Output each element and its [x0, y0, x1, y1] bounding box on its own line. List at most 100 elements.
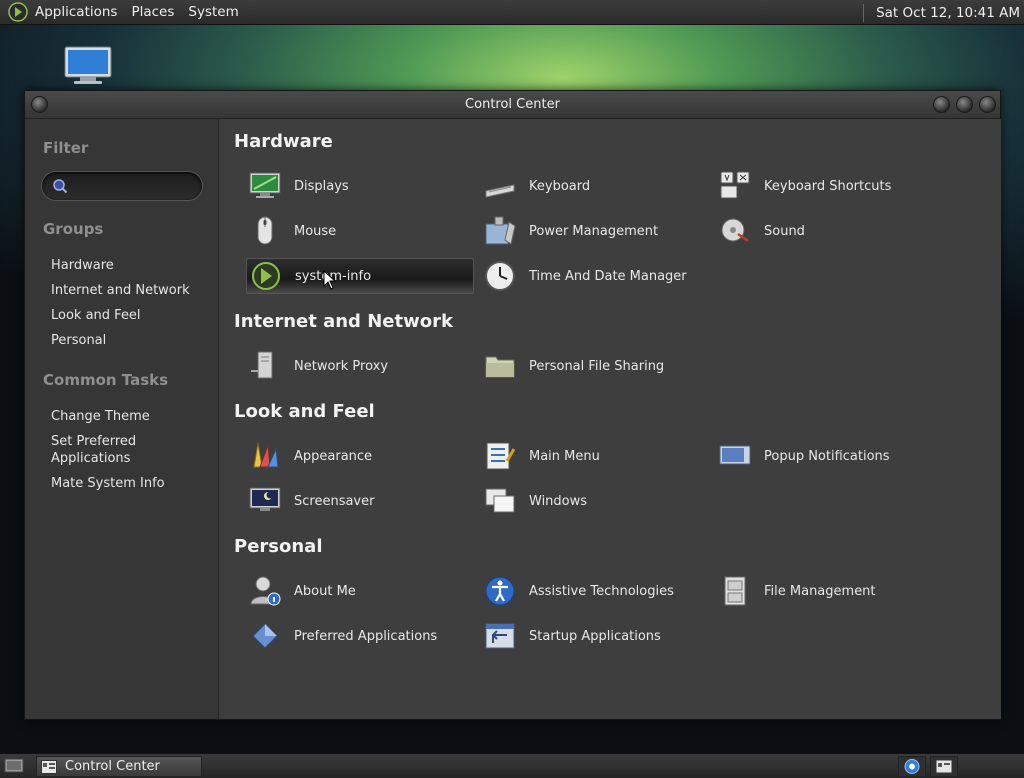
item-label: Windows	[529, 493, 588, 509]
search-input[interactable]	[41, 171, 203, 201]
sound-icon	[721, 218, 749, 243]
item-label: Assistive Technologies	[529, 583, 674, 599]
group-personal[interactable]: Personal	[51, 332, 106, 349]
item-label: File Management	[764, 583, 876, 599]
task-mate-system-info[interactable]: Mate System Info	[51, 475, 165, 492]
section-title-internet-and-network: Internet and Network	[234, 311, 453, 332]
group-hardware[interactable]: Hardware	[51, 257, 114, 274]
item-power-management[interactable]: Power Management	[481, 213, 709, 249]
window-menu-button[interactable]	[31, 96, 48, 113]
item-keyboard-shortcuts[interactable]: Keyboard Shortcuts	[716, 168, 944, 204]
task-label: Control Center	[65, 759, 160, 774]
item-label: Appearance	[294, 448, 373, 464]
workspace-1[interactable]	[898, 756, 926, 777]
item-file-management[interactable]: File Management	[716, 573, 944, 609]
item-screensaver[interactable]: Screensaver	[246, 483, 474, 519]
keyboard-icon	[485, 184, 515, 198]
folder-share-icon	[485, 356, 515, 378]
mouse-icon	[257, 216, 273, 245]
preferred-apps-icon	[252, 623, 278, 649]
system-info-icon	[252, 262, 280, 290]
control-center-workspace-icon	[935, 759, 953, 774]
minimize-button[interactable]	[933, 96, 950, 113]
item-assistive-technologies[interactable]: Assistive Technologies	[481, 573, 709, 609]
item-label: Mouse	[294, 223, 337, 239]
mouse-cursor-icon	[323, 270, 337, 290]
menu-system[interactable]: System	[181, 0, 245, 25]
group-look-and-feel[interactable]: Look and Feel	[51, 307, 141, 324]
menu-applications[interactable]: Applications	[28, 0, 124, 25]
display-icon	[249, 172, 281, 198]
filter-heading: Filter	[43, 139, 89, 157]
startup-apps-icon	[485, 623, 515, 649]
item-label: Time And Date Manager	[529, 268, 687, 284]
accessibility-icon	[485, 576, 515, 606]
popup-notification-icon	[719, 445, 751, 465]
item-label: Personal File Sharing	[529, 358, 665, 374]
item-label: Preferred Applications	[294, 628, 438, 644]
maximize-button[interactable]	[956, 96, 973, 113]
item-appearance[interactable]: Appearance	[246, 438, 474, 474]
item-about-me[interactable]: About Me	[246, 573, 474, 609]
item-mouse[interactable]: Mouse	[246, 213, 474, 249]
clock-icon	[485, 261, 515, 291]
browser-workspace-icon	[904, 759, 920, 774]
item-label: Startup Applications	[529, 628, 661, 644]
item-system-info[interactable]: system-info	[246, 258, 474, 294]
item-label: Screensaver	[294, 493, 375, 509]
item-preferred-applications[interactable]: Preferred Applications	[246, 618, 474, 654]
computer-desktop-icon[interactable]	[62, 46, 114, 86]
screensaver-icon	[249, 487, 281, 511]
item-label: About Me	[294, 583, 356, 599]
section-title-look-and-feel: Look and Feel	[234, 401, 375, 422]
item-windows[interactable]: Windows	[481, 483, 709, 519]
section-title-personal: Personal	[234, 536, 323, 557]
item-label: Power Management	[529, 223, 659, 239]
window-title: Control Center	[465, 97, 560, 112]
control-center-task-icon	[41, 759, 57, 774]
file-management-icon	[724, 576, 746, 606]
titlebar[interactable]: Control Center	[25, 91, 1000, 119]
item-startup-applications[interactable]: Startup Applications	[481, 618, 709, 654]
close-button[interactable]	[979, 96, 996, 113]
item-label: Sound	[764, 223, 805, 239]
item-keyboard[interactable]: Keyboard	[481, 168, 709, 204]
item-label: Keyboard Shortcuts	[764, 178, 892, 194]
appearance-icon	[253, 442, 279, 468]
item-label: Keyboard	[529, 178, 591, 194]
clock[interactable]: Sat Oct 12, 10:41 AM	[876, 5, 1024, 21]
item-personal-file-sharing[interactable]: Personal File Sharing	[481, 348, 709, 384]
item-label: Popup Notifications	[764, 448, 890, 464]
item-popup-notifications[interactable]: Popup Notifications	[716, 438, 944, 474]
workspace-2[interactable]	[930, 756, 958, 777]
section-title-hardware: Hardware	[234, 131, 333, 152]
network-proxy-icon	[251, 351, 273, 379]
search-icon	[53, 179, 68, 194]
item-label: Network Proxy	[294, 358, 389, 374]
control-center-window: Control Center Filter Groups Hardware In…	[24, 90, 1001, 720]
bottom-panel: Control Center	[0, 753, 1024, 778]
task-change-theme[interactable]: Change Theme	[51, 408, 150, 425]
item-network-proxy[interactable]: Network Proxy	[246, 348, 474, 384]
keyboard-shortcuts-icon	[720, 171, 750, 199]
item-sound[interactable]: Sound	[716, 213, 944, 249]
sidebar: Filter Groups Hardware Internet and Netw…	[25, 119, 219, 719]
item-main-menu[interactable]: Main Menu	[481, 438, 709, 474]
taskbar-control-center[interactable]: Control Center	[36, 756, 202, 777]
common-tasks-heading: Common Tasks	[43, 371, 169, 389]
mate-logo-icon[interactable]	[8, 2, 28, 22]
groups-heading: Groups	[43, 220, 104, 238]
menu-places[interactable]: Places	[124, 0, 181, 25]
group-internet-and-network[interactable]: Internet and Network	[51, 282, 190, 299]
windows-icon	[485, 488, 515, 513]
content-area: Hardware Displays Keyboard Keyboard Shor…	[220, 119, 1001, 719]
show-desktop-icon[interactable]	[4, 758, 24, 775]
task-set-preferred-applications[interactable]: Set Preferred Applications	[51, 433, 136, 467]
item-label: Displays	[294, 178, 349, 194]
item-displays[interactable]: Displays	[246, 168, 474, 204]
about-me-icon	[250, 576, 281, 606]
power-management-icon	[485, 216, 516, 245]
clock-area: Sat Oct 12, 10:41 AM	[863, 0, 1024, 25]
item-time-and-date-manager[interactable]: Time And Date Manager	[481, 258, 709, 294]
main-menu-icon	[486, 442, 516, 470]
